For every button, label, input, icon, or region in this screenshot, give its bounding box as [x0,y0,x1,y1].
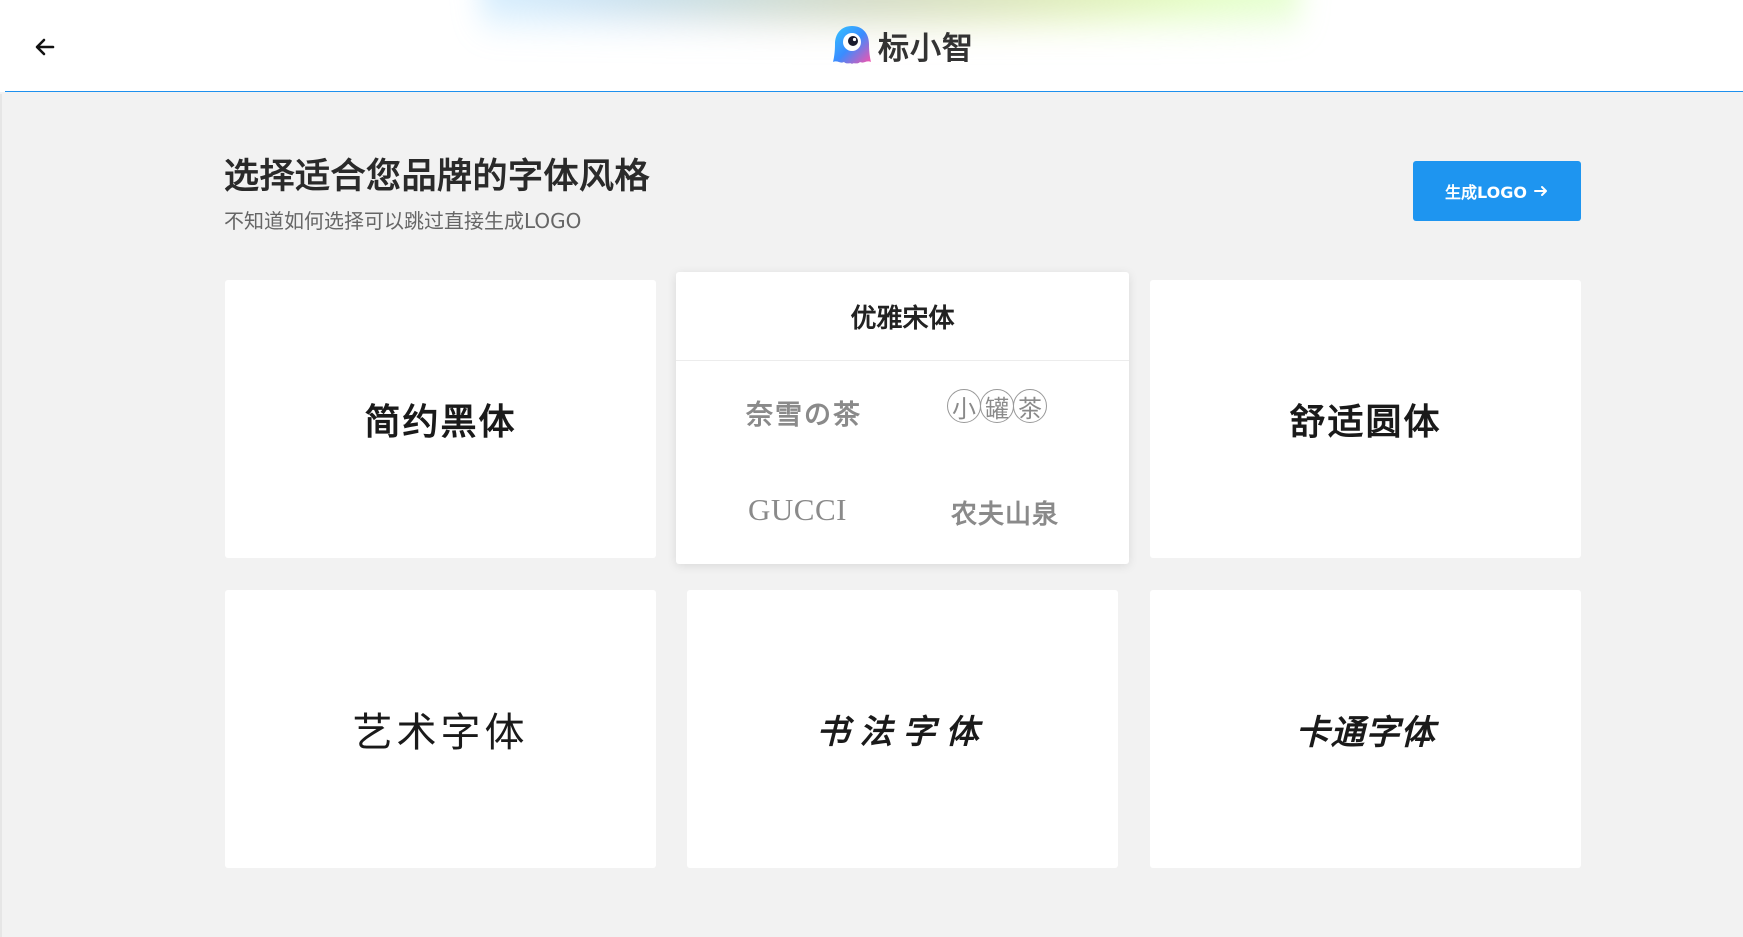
brand-name: 标小智 [878,30,974,67]
top-bar: 标小智 [0,0,1743,92]
font-style-card-hei[interactable]: 简约黑体 [225,280,656,558]
page-title: 选择适合您品牌的字体风格 [224,157,651,197]
font-style-card-round[interactable]: 舒适圆体 [1150,280,1581,558]
left-edge-divider [0,94,2,937]
font-sample-grid: 奈雪の茶 小 罐 茶 GUCCI 农夫山泉 [676,361,1129,565]
generate-logo-label: 生成LOGO [1445,183,1527,202]
font-style-card-cartoon[interactable]: 卡通字体 [1150,590,1581,868]
header-accent-line [5,91,1743,92]
generate-logo-button[interactable]: 生成LOGO [1413,161,1581,221]
back-button[interactable] [28,30,62,64]
font-style-label: 艺术字体 [352,710,529,756]
font-style-label: 简约黑体 [364,402,517,443]
font-style-card-song[interactable]: 优雅宋体 奈雪の茶 小 罐 茶 GUCCI 农夫山泉 [676,272,1129,564]
font-style-label: 书法字体 [816,712,989,751]
font-style-label: 舒适圆体 [1289,402,1442,443]
font-sample-char: 小 [947,389,981,423]
font-style-card-art[interactable]: 艺术字体 [225,590,656,868]
arrow-right-icon [1533,186,1547,196]
font-sample-nongfu: 农夫山泉 [951,500,1060,530]
font-style-label: 卡通字体 [1295,712,1436,753]
page-subtitle: 不知道如何选择可以跳过直接生成LOGO [224,209,582,233]
brand-logo[interactable]: 标小智 [832,22,974,68]
mascot-logo-icon [833,26,871,64]
arrow-left-icon [35,38,55,56]
font-sample-naixue: 奈雪の茶 [746,400,862,431]
font-sample-xiaoguancha: 小 罐 茶 [947,389,1047,423]
font-sample-char: 茶 [1013,389,1047,423]
font-sample-char: 罐 [980,389,1014,423]
font-style-card-calligraphy[interactable]: 书法字体 [687,590,1118,868]
font-sample-gucci: GUCCI [748,492,847,527]
font-style-label: 优雅宋体 [676,272,1129,361]
